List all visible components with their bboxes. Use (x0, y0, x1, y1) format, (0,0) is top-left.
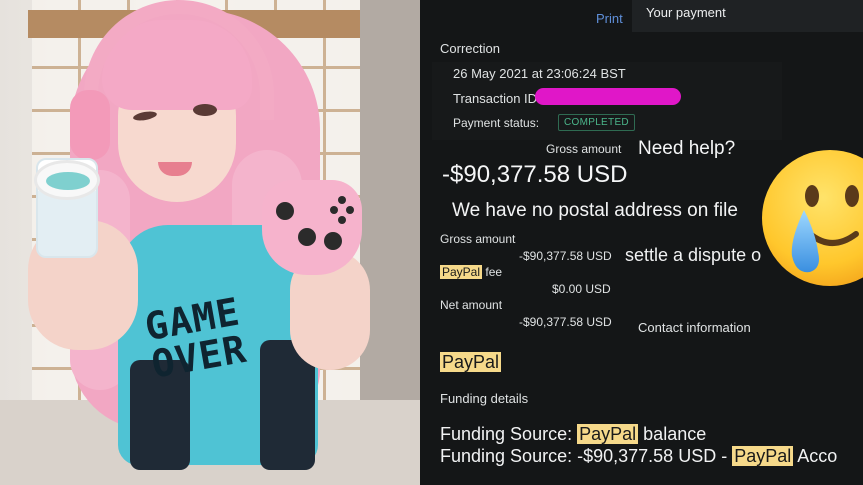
headphone-cup (70, 90, 110, 160)
fee-value: $0.00 USD (552, 282, 611, 296)
sad-smiling-face-with-tear-icon (762, 150, 863, 286)
need-help-text[interactable]: Need help? (638, 138, 735, 160)
amount-large: -$90,377.58 USD (442, 161, 628, 188)
transaction-id-label: Transaction ID: (453, 91, 541, 106)
game-controller (262, 180, 362, 275)
photo-panel: GAME OVER (0, 0, 420, 485)
paypal-fee-label: PayPal fee (440, 265, 502, 279)
funding-source-2-rest: Acco (797, 446, 838, 466)
shirt-text: GAME OVER (142, 289, 250, 386)
controller-dpad (298, 228, 316, 246)
eye-open (193, 104, 217, 116)
section-label-correction: Correction (440, 41, 500, 56)
gross-amount-label: Gross amount (546, 142, 622, 156)
funding-source-label-2: Funding Source: (440, 446, 573, 466)
controller-button-x (330, 206, 338, 214)
controller-button-a (338, 216, 346, 224)
settle-dispute-link[interactable]: settle a dispute o (625, 245, 761, 266)
jar-label-logo (46, 172, 90, 190)
paypal-highlight-large: PayPal (440, 352, 502, 372)
net-amount-label: Net amount (440, 298, 503, 312)
funding-source-1-rest: balance (643, 424, 707, 444)
funding-source-line-2: Funding Source: -$90,377.58 USD - PayPal… (440, 446, 837, 467)
funding-source-line-1: Funding Source: PayPal balance (440, 424, 706, 445)
no-postal-address-message: We have no postal address on file (452, 200, 738, 221)
fee-label: fee (485, 265, 503, 279)
net-amount-value: -$90,377.58 USD (519, 315, 612, 329)
controller-stick-right (324, 232, 342, 250)
paypal-large-label: PayPal (440, 352, 502, 373)
payment-status-label: Payment status: (453, 116, 540, 130)
funding-source-2-amount: -$90,377.58 USD - (577, 446, 728, 466)
controller-button-y (338, 196, 346, 204)
paypal-highlight: PayPal (440, 265, 483, 279)
controller-stick-left (276, 202, 294, 220)
controller-button-b (346, 206, 354, 214)
contact-information-link[interactable]: Contact information (638, 320, 751, 335)
status-badge: COMPLETED (558, 114, 635, 131)
redaction-scribble (535, 88, 681, 105)
funding-details-heading: Funding details (440, 391, 529, 406)
paypal-highlight-fs1: PayPal (577, 424, 639, 444)
funding-source-label: Funding Source: (440, 424, 573, 444)
gross-amount-value: -$90,377.58 USD (519, 249, 612, 263)
gross-amount-label-2: Gross amount (440, 232, 516, 246)
transaction-date: 26 May 2021 at 23:06:24 BST (453, 66, 626, 81)
print-link[interactable]: Print (596, 11, 623, 26)
paypal-highlight-fs2: PayPal (732, 446, 794, 466)
page-title: Your payment (646, 5, 726, 20)
